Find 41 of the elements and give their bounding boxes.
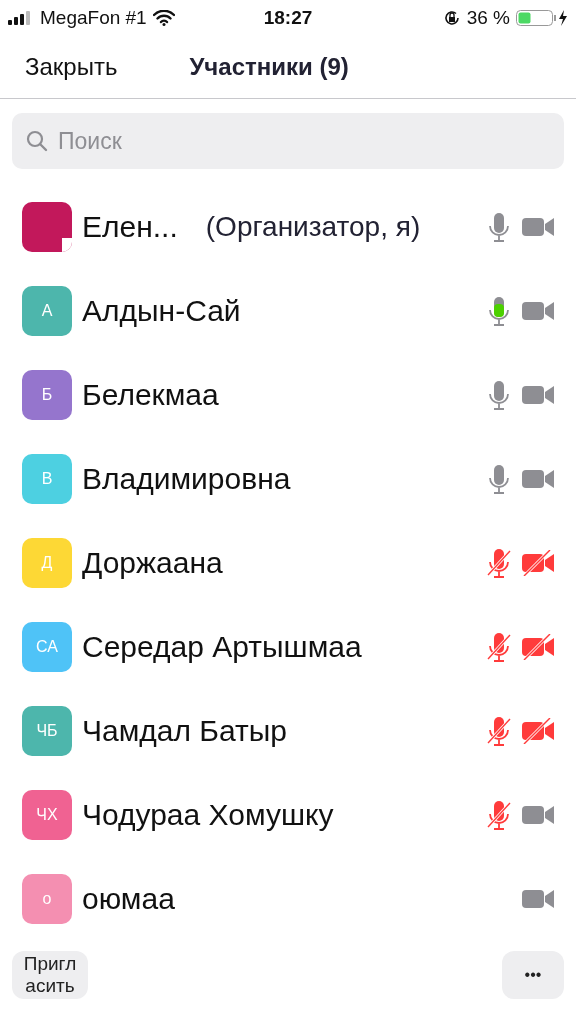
participant-name: оюмаа <box>82 882 175 916</box>
microphone-icon[interactable] <box>486 379 512 411</box>
avatar: Д <box>22 538 72 588</box>
battery-percentage: 36 % <box>466 7 510 29</box>
avatar: А <box>22 286 72 336</box>
avatar: ЧБ <box>22 706 72 756</box>
participant-name: Чамдал Батыр <box>82 714 288 748</box>
avatar: В <box>22 454 72 504</box>
video-off-icon[interactable] <box>522 718 554 744</box>
search-icon <box>26 130 48 152</box>
video-off-icon[interactable] <box>522 550 554 576</box>
rotation-lock-icon <box>442 9 461 27</box>
screen-title: Участники (9) <box>189 53 349 81</box>
search-field[interactable]: Поиск <box>12 113 564 169</box>
video-off-icon[interactable] <box>522 634 554 660</box>
participant-name: Доржаана <box>82 546 223 580</box>
avatar: о <box>22 874 72 924</box>
invite-button[interactable]: Пригл асить <box>12 951 88 999</box>
microphone-icon[interactable] <box>486 211 512 243</box>
avatar: Б <box>22 370 72 420</box>
participant-role: (Организатор, я) <box>205 211 421 243</box>
muted-microphone-icon[interactable] <box>486 799 512 831</box>
microphone-icon[interactable] <box>486 463 512 495</box>
muted-microphone-icon[interactable] <box>486 631 512 663</box>
participant-name: Алдын-Сай <box>82 294 241 328</box>
participant-name: Владимировна <box>82 462 291 496</box>
muted-microphone-icon[interactable] <box>486 715 512 747</box>
avatar: ЧХ <box>22 790 72 840</box>
participant-name: Середар Артышмаа <box>82 630 362 664</box>
carrier-name: MegaFon #1 <box>40 7 147 29</box>
participant-name: Елен... <box>82 210 178 244</box>
close-button[interactable]: Закрыть <box>25 53 118 81</box>
avatar: СА <box>22 622 72 672</box>
wifi-icon <box>152 10 175 26</box>
participant-name: Чодураа Хомушку <box>82 798 334 832</box>
more-button[interactable]: ••• <box>502 951 564 999</box>
battery-charging-icon <box>516 9 568 27</box>
microphone-icon[interactable] <box>486 295 512 327</box>
participant-name: Белекмаа <box>82 378 219 412</box>
clock-time: 18:27 <box>263 7 313 29</box>
muted-microphone-icon[interactable] <box>486 547 512 579</box>
